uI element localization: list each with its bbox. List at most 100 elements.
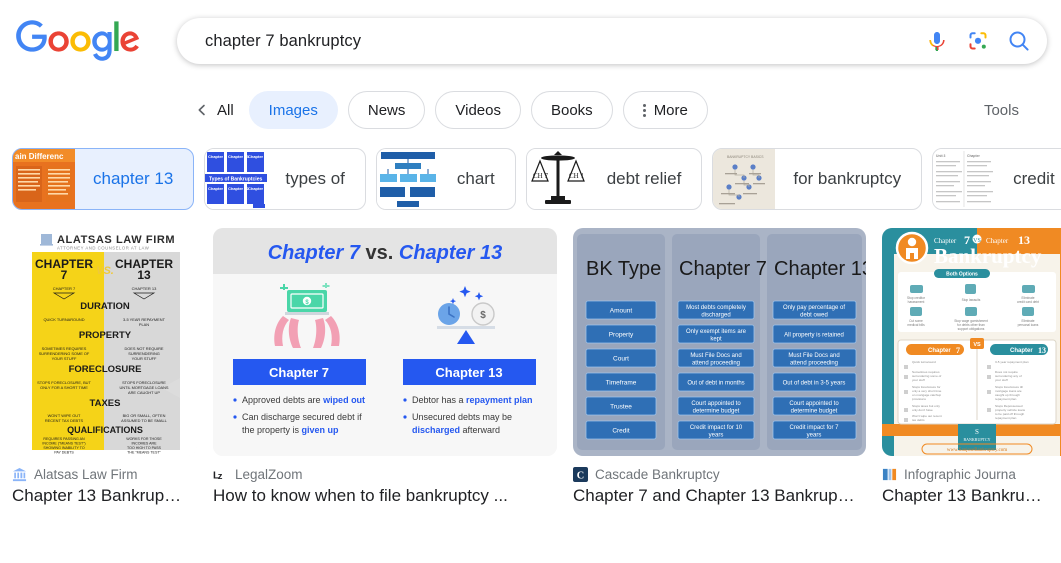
result-thumbnail[interactable]: ALATSAS LAW FIRM ATTORNEY AND COUNSELOR …: [12, 228, 197, 456]
chip-credit[interactable]: Unit 3 Chapter credit: [932, 148, 1061, 210]
svg-text:the property is given up: the property is given up: [242, 425, 339, 435]
svg-text:Debtor has a repayment plan: Debtor has a repayment plan: [412, 395, 533, 405]
svg-text:7: 7: [956, 346, 960, 355]
magnifier-icon[interactable]: [1007, 29, 1031, 53]
svg-text:Out of debt in months: Out of debt in months: [687, 381, 744, 387]
svg-text:Most debts completely: Most debts completely: [686, 305, 746, 311]
svg-text:tax debts: tax debts: [912, 418, 925, 422]
search-input[interactable]: [203, 30, 915, 52]
svg-text:Chapter 7: Chapter 7: [269, 365, 329, 380]
chip-types-of[interactable]: Chapter 7 Chapter 13 Chapter 11 Types of B…: [204, 148, 366, 210]
result-thumbnail[interactable]: BK Type Chapter 7 Chapter 13 Amount Prope…: [573, 228, 866, 456]
search-bar[interactable]: [177, 18, 1047, 64]
chip-debt-relief[interactable]: CH 7 CH 1 debt relief: [525, 148, 703, 210]
result-title[interactable]: Chapter 13 Bankrup…: [12, 486, 197, 506]
svg-text:ATTORNEY AND COUNSELOR AT LAW: ATTORNEY AND COUNSELOR AT LAW: [57, 246, 150, 251]
svg-text:Chapter 7: Chapter 7: [208, 154, 227, 159]
svg-text:personal loans: personal loans: [1018, 323, 1039, 327]
legalzoom-lz-icon: L z: [213, 470, 223, 481]
svg-text:7: 7: [61, 268, 68, 282]
svg-text:Types of Bankruptcies: Types of Bankruptcies: [209, 177, 262, 183]
svg-text:ASSUMED TO BE SMALL: ASSUMED TO BE SMALL: [121, 418, 168, 423]
result-thumbnail[interactable]: Chapter 7 vs. Chapter 13 $ $ Chapter 7 C…: [213, 228, 557, 456]
svg-text:Stop lawsuits: Stop lawsuits: [962, 298, 981, 302]
image-results-grid: ALATSAS LAW FIRM ATTORNEY AND COUNSELOR …: [0, 222, 1061, 506]
chip-chart[interactable]: chart: [375, 148, 516, 210]
svg-text:TAXES: TAXES: [90, 398, 121, 409]
microphone-icon[interactable]: [925, 29, 949, 53]
svg-text:years: years: [709, 433, 724, 439]
svg-text:CHAPTER 7: CHAPTER 7: [53, 286, 76, 291]
svg-text:your stuff: your stuff: [912, 378, 925, 382]
svg-text:S: S: [975, 428, 979, 436]
tab-books-label: Books: [550, 101, 593, 119]
chip-for-bankruptcy[interactable]: BANKRUPTCY BASICS for bankruptcy: [712, 148, 923, 210]
result-thumbnail[interactable]: Chapter 7 VS Chapter 13 Bankruptcy Both Op…: [882, 228, 1061, 456]
tab-more-label: More: [653, 101, 688, 119]
svg-text:www.SanjoseBankruptcy.com: www.SanjoseBankruptcy.com: [947, 448, 1007, 453]
tab-news[interactable]: News: [347, 91, 426, 129]
result-title[interactable]: Chapter 7 and Chapter 13 Bankrup…: [573, 486, 866, 506]
svg-text:Chapter 7 vs. Chapter 13: Chapter 7 vs. Chapter 13: [268, 242, 503, 264]
related-search-chips: ain Differenc chapter 13 Chapter 7 Chapt…: [0, 138, 1061, 222]
tab-more[interactable]: More: [622, 91, 708, 129]
svg-text:Credit: Credit: [612, 428, 630, 435]
svg-text:QUICK TURNAROUND: QUICK TURNAROUND: [44, 317, 85, 322]
svg-text:Chapter 11: Chapter 11: [248, 154, 267, 159]
svg-text:Chapter 13: Chapter 13: [228, 154, 249, 159]
svg-text:ain Differenc: ain Differenc: [15, 152, 64, 161]
svg-text:discharged afterward: discharged afterward: [412, 425, 500, 435]
image-result[interactable]: Chapter 7 VS Chapter 13 Bankruptcy Both Op…: [882, 228, 1061, 506]
tab-images[interactable]: Images: [248, 91, 338, 129]
tab-all[interactable]: All: [196, 102, 234, 119]
result-title[interactable]: Chapter 13 Bankru…: [882, 486, 1061, 506]
svg-text:Chapter: Chapter: [967, 154, 980, 158]
svg-text:Timeframe: Timeframe: [606, 380, 637, 387]
google-logo[interactable]: [16, 20, 140, 62]
google-lens-icon[interactable]: [966, 29, 990, 53]
svg-text:PROPERTY: PROPERTY: [79, 330, 132, 341]
svg-text:13: 13: [137, 268, 151, 282]
chip-label: for bankruptcy: [793, 169, 902, 188]
image-result[interactable]: Chapter 7 vs. Chapter 13 $ $ Chapter 7 C…: [213, 228, 557, 506]
cascade-c-icon: C: [573, 467, 588, 482]
svg-text:Chapter 15: Chapter 15: [248, 186, 267, 191]
image-result[interactable]: ALATSAS LAW FIRM ATTORNEY AND COUNSELOR …: [12, 228, 197, 506]
chip-thumbnail: Unit 3 Chapter: [933, 149, 996, 209]
svg-text:REQUIRES PASSING AN: REQUIRES PASSING AN: [43, 437, 85, 441]
svg-text:kept: kept: [710, 337, 722, 343]
chip-label: types of: [285, 169, 345, 188]
tools-button[interactable]: Tools: [974, 94, 1029, 127]
chip-chapter-13[interactable]: ain Differenc chapter 13: [12, 148, 195, 210]
svg-text:repayment plan: repayment plan: [995, 416, 1017, 420]
tab-videos[interactable]: Videos: [435, 91, 521, 129]
kebab-menu-icon: [642, 103, 646, 117]
result-title[interactable]: How to know when to file bankruptcy ...: [213, 486, 557, 506]
svg-text:Court appointed to: Court appointed to: [691, 401, 741, 407]
result-source: L z LegalZoom: [213, 467, 557, 482]
search-actions: [925, 29, 1031, 53]
tab-books[interactable]: Books: [530, 91, 613, 129]
chip-thumbnail: Chapter 7 Chapter 13 Chapter 11 Types of B…: [205, 149, 268, 209]
page-header: [0, 0, 1061, 82]
svg-text:Court appointed to: Court appointed to: [789, 401, 839, 407]
svg-text:z: z: [218, 471, 223, 481]
svg-text:Credit impact for 7: Credit impact for 7: [789, 425, 839, 431]
svg-text:Both Options: Both Options: [946, 272, 978, 278]
svg-text:Chapter: Chapter: [1010, 348, 1033, 354]
tab-videos-label: Videos: [455, 101, 501, 119]
svg-text:DURATION: DURATION: [80, 301, 130, 312]
result-source-name: LegalZoom: [235, 467, 303, 482]
svg-text:ARE CAUGHT UP: ARE CAUGHT UP: [128, 390, 160, 395]
svg-text:determine budget: determine budget: [791, 409, 838, 415]
svg-text:SHOWING INABILITY TO: SHOWING INABILITY TO: [43, 446, 85, 450]
svg-text:determine budget: determine budget: [693, 409, 740, 415]
result-source: Alatsas Law Firm: [12, 467, 197, 482]
svg-text:Approved debts are wiped out: Approved debts are wiped out: [242, 395, 365, 405]
chip-thumbnail: [376, 149, 439, 209]
svg-text:BANKRUPTCY: BANKRUPTCY: [963, 437, 990, 442]
svg-text:Chapter 13: Chapter 13: [435, 365, 502, 380]
svg-text:BK Type: BK Type: [586, 258, 661, 280]
result-source-name: Cascade Bankruptcy: [595, 467, 720, 482]
image-result[interactable]: BK Type Chapter 7 Chapter 13 Amount Prope…: [573, 228, 866, 506]
